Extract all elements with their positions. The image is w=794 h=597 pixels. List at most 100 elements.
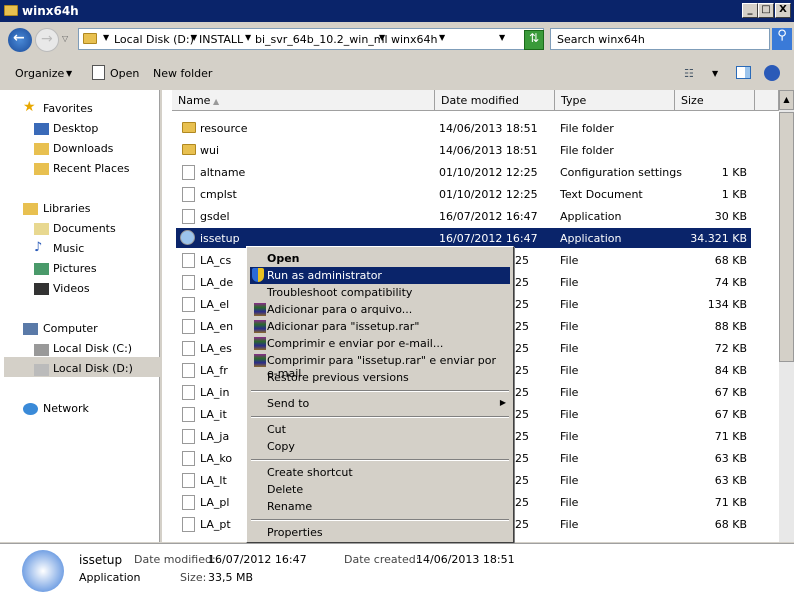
nav-network[interactable]: Network bbox=[43, 402, 89, 415]
address-bar[interactable]: ▼ Local Disk (D:) ▼ INSTALL ▼ bi_svr_64b_10… bbox=[78, 28, 544, 50]
created-value: 14/06/2013 18:51 bbox=[416, 553, 515, 566]
column-header-name[interactable]: Name ▲ bbox=[172, 90, 435, 111]
column-header-size[interactable]: Size bbox=[675, 90, 755, 111]
nav-music[interactable]: Music bbox=[53, 242, 84, 255]
search-input[interactable]: Search winx64h bbox=[550, 28, 770, 50]
menu-item-delete[interactable]: Delete bbox=[250, 481, 510, 498]
created-label: Date created: bbox=[344, 553, 420, 566]
menu-item-label: Open bbox=[267, 252, 300, 265]
column-header-type[interactable]: Type bbox=[555, 90, 675, 111]
menu-item-troubleshoot-compatibility[interactable]: Troubleshoot compatibility bbox=[250, 284, 510, 301]
menu-item-properties[interactable]: Properties bbox=[250, 524, 510, 541]
menu-item-label: Comprimir e enviar por e-mail... bbox=[267, 337, 444, 350]
menu-item-comprimir-e-enviar-por-e-mail[interactable]: Comprimir e enviar por e-mail... bbox=[250, 335, 510, 352]
recent-pages-dropdown[interactable]: ▽ bbox=[62, 34, 68, 43]
menu-item-copy[interactable]: Copy bbox=[250, 438, 510, 455]
menu-item-open[interactable]: Open bbox=[250, 250, 510, 267]
file-name: LA_in bbox=[200, 386, 230, 399]
title-bar: winx64h _ □ X bbox=[0, 0, 794, 22]
vertical-scrollbar[interactable]: ▲ bbox=[779, 90, 794, 542]
file-date: 14/06/2013 18:51 bbox=[439, 122, 538, 135]
view-dropdown[interactable]: ▼ bbox=[712, 69, 718, 78]
help-button[interactable]: ? bbox=[764, 65, 780, 145]
minimize-button[interactable]: _ bbox=[742, 3, 758, 18]
file-size: 84 KB bbox=[714, 364, 747, 377]
file-type: File bbox=[560, 254, 579, 267]
arrow-right-icon: → bbox=[41, 31, 53, 47]
nav-documents[interactable]: Documents bbox=[53, 222, 116, 235]
menu-item-comprimir-para-issetup-rar-e-enviar-por-e-mail[interactable]: Comprimir para "issetup.rar" e enviar po… bbox=[250, 352, 510, 380]
menu-item-label: Properties bbox=[267, 526, 323, 539]
file-size: 30 KB bbox=[714, 210, 747, 223]
nav-local-disk-c[interactable]: Local Disk (C:) bbox=[53, 342, 132, 355]
menu-item-cut[interactable]: Cut bbox=[250, 421, 510, 438]
file-row[interactable]: wui 14/06/2013 18:51 File folder bbox=[176, 140, 751, 160]
modified-label: Date modified: bbox=[134, 553, 216, 566]
menu-item-create-shortcut[interactable]: Create shortcut bbox=[250, 464, 510, 481]
organize-button[interactable]: Organize bbox=[15, 67, 64, 80]
maximize-button[interactable]: □ bbox=[758, 3, 774, 18]
close-button[interactable]: X bbox=[775, 3, 791, 18]
menu-item-restore-previous-versions[interactable]: Restore previous versions bbox=[250, 369, 510, 386]
menu-item-label: Rename bbox=[267, 500, 313, 513]
refresh-icon: ⇅ bbox=[528, 31, 540, 45]
application-icon bbox=[182, 209, 195, 224]
open-icon bbox=[92, 65, 105, 80]
file-row[interactable]: issetup 16/07/2012 16:47 Application 34.321… bbox=[176, 228, 751, 248]
application-icon bbox=[22, 550, 64, 592]
new-folder-button[interactable]: New folder bbox=[153, 67, 212, 80]
nav-desktop[interactable]: Desktop bbox=[53, 122, 98, 135]
scroll-up-button[interactable]: ▲ bbox=[779, 90, 794, 110]
back-button[interactable]: ← bbox=[8, 28, 32, 52]
forward-button[interactable]: → bbox=[35, 28, 59, 52]
menu-separator bbox=[251, 519, 509, 521]
downloads-icon bbox=[34, 143, 49, 155]
scrollbar-thumb[interactable] bbox=[779, 112, 794, 362]
menu-item-label: Troubleshoot compatibility bbox=[267, 286, 413, 299]
address-history-dropdown[interactable]: ▼ bbox=[499, 33, 505, 42]
nav-computer[interactable]: Computer bbox=[43, 322, 98, 335]
breadcrumb-winx64h[interactable]: winx64h bbox=[391, 33, 438, 46]
file-row[interactable]: resource 14/06/2013 18:51 File folder bbox=[176, 118, 751, 138]
chevron-down-icon: ▼ bbox=[66, 69, 73, 78]
nav-pictures[interactable]: Pictures bbox=[53, 262, 97, 275]
network-icon bbox=[23, 403, 38, 415]
file-icon bbox=[182, 451, 195, 466]
view-icon[interactable]: ☷ bbox=[684, 67, 694, 80]
menu-item-rename[interactable]: Rename bbox=[250, 498, 510, 515]
file-date: 16/07/2012 16:47 bbox=[439, 232, 538, 245]
nav-favorites[interactable]: Favorites bbox=[43, 102, 93, 115]
file-type: Application bbox=[560, 210, 622, 223]
nav-videos[interactable]: Videos bbox=[53, 282, 90, 295]
menu-item-send-to[interactable]: Send to ▶ bbox=[250, 395, 510, 412]
file-icon bbox=[182, 341, 195, 356]
file-type: Application bbox=[560, 232, 622, 245]
breadcrumb-local-disk-d[interactable]: Local Disk (D:) bbox=[114, 33, 194, 46]
breadcrumb-bi-svr[interactable]: bi_svr_64b_10.2_win_ml bbox=[255, 33, 388, 46]
refresh-button[interactable]: ⇅ bbox=[524, 30, 544, 50]
menu-item-adicionar-para-issetup-rar[interactable]: Adicionar para "issetup.rar" bbox=[250, 318, 510, 335]
menu-item-run-as-administrator[interactable]: Run as administrator bbox=[250, 267, 510, 284]
file-name: LA_pt bbox=[200, 518, 231, 531]
nav-recent-places[interactable]: Recent Places bbox=[53, 162, 130, 175]
winrar-icon bbox=[254, 320, 266, 333]
file-type: File bbox=[560, 430, 579, 443]
file-name: LA_lt bbox=[200, 474, 227, 487]
menu-item-adicionar-para-o-arquivo[interactable]: Adicionar para o arquivo... bbox=[250, 301, 510, 318]
search-button[interactable]: ⚲ bbox=[772, 28, 792, 50]
winrar-icon bbox=[254, 337, 266, 350]
nav-local-disk-d[interactable]: Local Disk (D:) bbox=[53, 362, 133, 375]
folder-icon bbox=[182, 122, 196, 133]
column-header-date[interactable]: Date modified bbox=[435, 90, 555, 111]
file-row[interactable]: cmplst 01/10/2012 12:25 Text Document 1 KB bbox=[176, 184, 751, 204]
file-row[interactable]: altname 01/10/2012 12:25 Configuration set… bbox=[176, 162, 751, 182]
modified-value: 16/07/2012 16:47 bbox=[208, 553, 307, 566]
file-row[interactable]: gsdel 16/07/2012 16:47 Application 30 KB bbox=[176, 206, 751, 226]
open-button[interactable]: Open bbox=[110, 67, 139, 80]
preview-pane-button[interactable] bbox=[736, 66, 751, 79]
nav-libraries[interactable]: Libraries bbox=[43, 202, 91, 215]
file-icon bbox=[182, 495, 195, 510]
breadcrumb-install[interactable]: INSTALL bbox=[199, 33, 243, 46]
nav-downloads[interactable]: Downloads bbox=[53, 142, 113, 155]
file-size: 74 KB bbox=[714, 276, 747, 289]
